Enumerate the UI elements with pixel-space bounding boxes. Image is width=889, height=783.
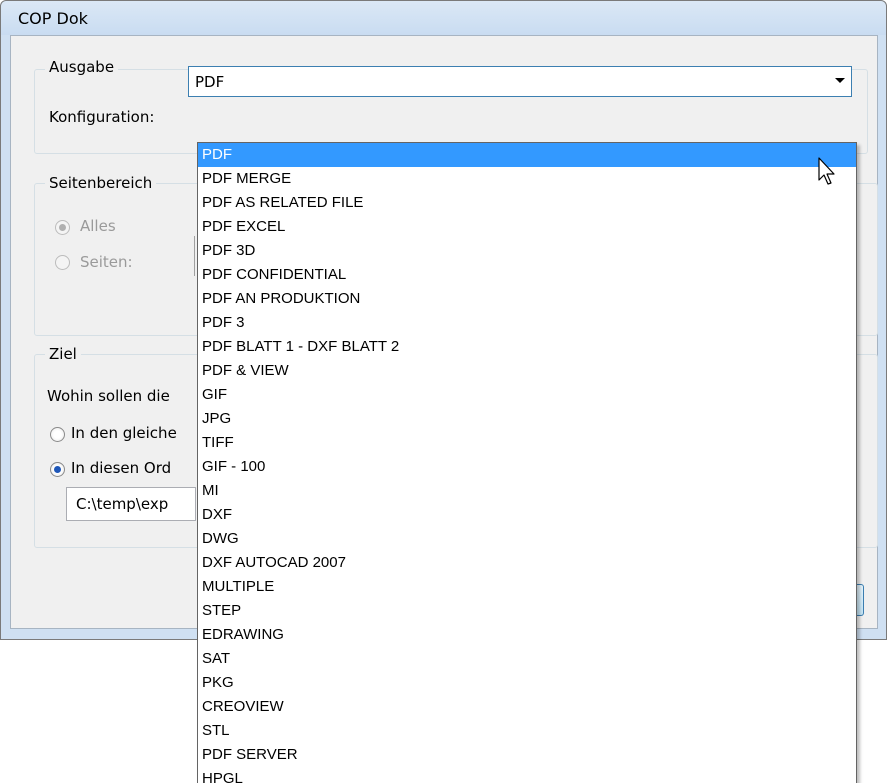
chevron-down-icon[interactable]: [835, 78, 845, 83]
dropdown-option[interactable]: PDF 3D: [198, 239, 856, 263]
dropdown-option[interactable]: TIFF: [198, 431, 856, 455]
dropdown-option[interactable]: DXF: [198, 503, 856, 527]
alles-label: Alles: [80, 217, 116, 235]
this-folder-label: In diesen Ord: [71, 459, 172, 477]
dropdown-option[interactable]: SAT: [198, 647, 856, 671]
dropdown-option[interactable]: STL: [198, 719, 856, 743]
seitenbereich-group-label: Seitenbereich: [45, 174, 157, 192]
ziel-group-label: Ziel: [45, 345, 81, 363]
window-title: COP Dok: [18, 9, 88, 28]
dropdown-option[interactable]: DWG: [198, 527, 856, 551]
dropdown-option[interactable]: PDF AN PRODUKTION: [198, 287, 856, 311]
mouse-cursor-icon: [818, 157, 835, 185]
dropdown-option[interactable]: PDF & VIEW: [198, 359, 856, 383]
konfiguration-dropdown-list[interactable]: PDF PDF MERGE PDF AS RELATED FILE PDF EXCEL…: [197, 142, 857, 783]
konfiguration-label: Konfiguration:: [49, 108, 155, 126]
dropdown-option[interactable]: STEP: [198, 599, 856, 623]
dropdown-option[interactable]: PDF BLATT 1 - DXF BLATT 2: [198, 335, 856, 359]
dropdown-option[interactable]: PDF CONFIDENTIAL: [198, 263, 856, 287]
dropdown-option[interactable]: PDF AS RELATED FILE: [198, 191, 856, 215]
dropdown-option[interactable]: JPG: [198, 407, 856, 431]
dropdown-option[interactable]: GIF - 100: [198, 455, 856, 479]
konfiguration-value: PDF: [195, 73, 225, 91]
dropdown-option[interactable]: PDF 3: [198, 311, 856, 335]
seiten-radio[interactable]: [55, 255, 70, 270]
seiten-label: Seiten:: [80, 253, 133, 271]
this-folder-radio[interactable]: [50, 462, 65, 477]
same-folder-radio[interactable]: [50, 427, 65, 442]
title-bar[interactable]: COP Dok: [1, 1, 886, 35]
dropdown-option[interactable]: GIF: [198, 383, 856, 407]
dropdown-option[interactable]: CREOVIEW: [198, 695, 856, 719]
path-value: C:\temp\exp: [76, 495, 169, 513]
ziel-question: Wohin sollen die: [47, 387, 170, 405]
dropdown-option[interactable]: EDRAWING: [198, 623, 856, 647]
path-input[interactable]: C:\temp\exp: [66, 487, 196, 521]
dropdown-option[interactable]: MI: [198, 479, 856, 503]
same-folder-label: In den gleiche: [71, 424, 177, 442]
ausgabe-group-label: Ausgabe: [45, 58, 119, 76]
dropdown-option[interactable]: PKG: [198, 671, 856, 695]
dropdown-option[interactable]: PDF EXCEL: [198, 215, 856, 239]
dropdown-option[interactable]: DXF AUTOCAD 2007: [198, 551, 856, 575]
alles-radio[interactable]: [55, 220, 70, 235]
dropdown-option[interactable]: PDF MERGE: [198, 167, 856, 191]
dropdown-option[interactable]: PDF SERVER: [198, 743, 856, 767]
dropdown-option[interactable]: HPGL: [198, 767, 856, 783]
konfiguration-combo[interactable]: PDF: [188, 66, 852, 97]
dropdown-option[interactable]: MULTIPLE: [198, 575, 856, 599]
dropdown-option[interactable]: PDF: [198, 143, 856, 167]
